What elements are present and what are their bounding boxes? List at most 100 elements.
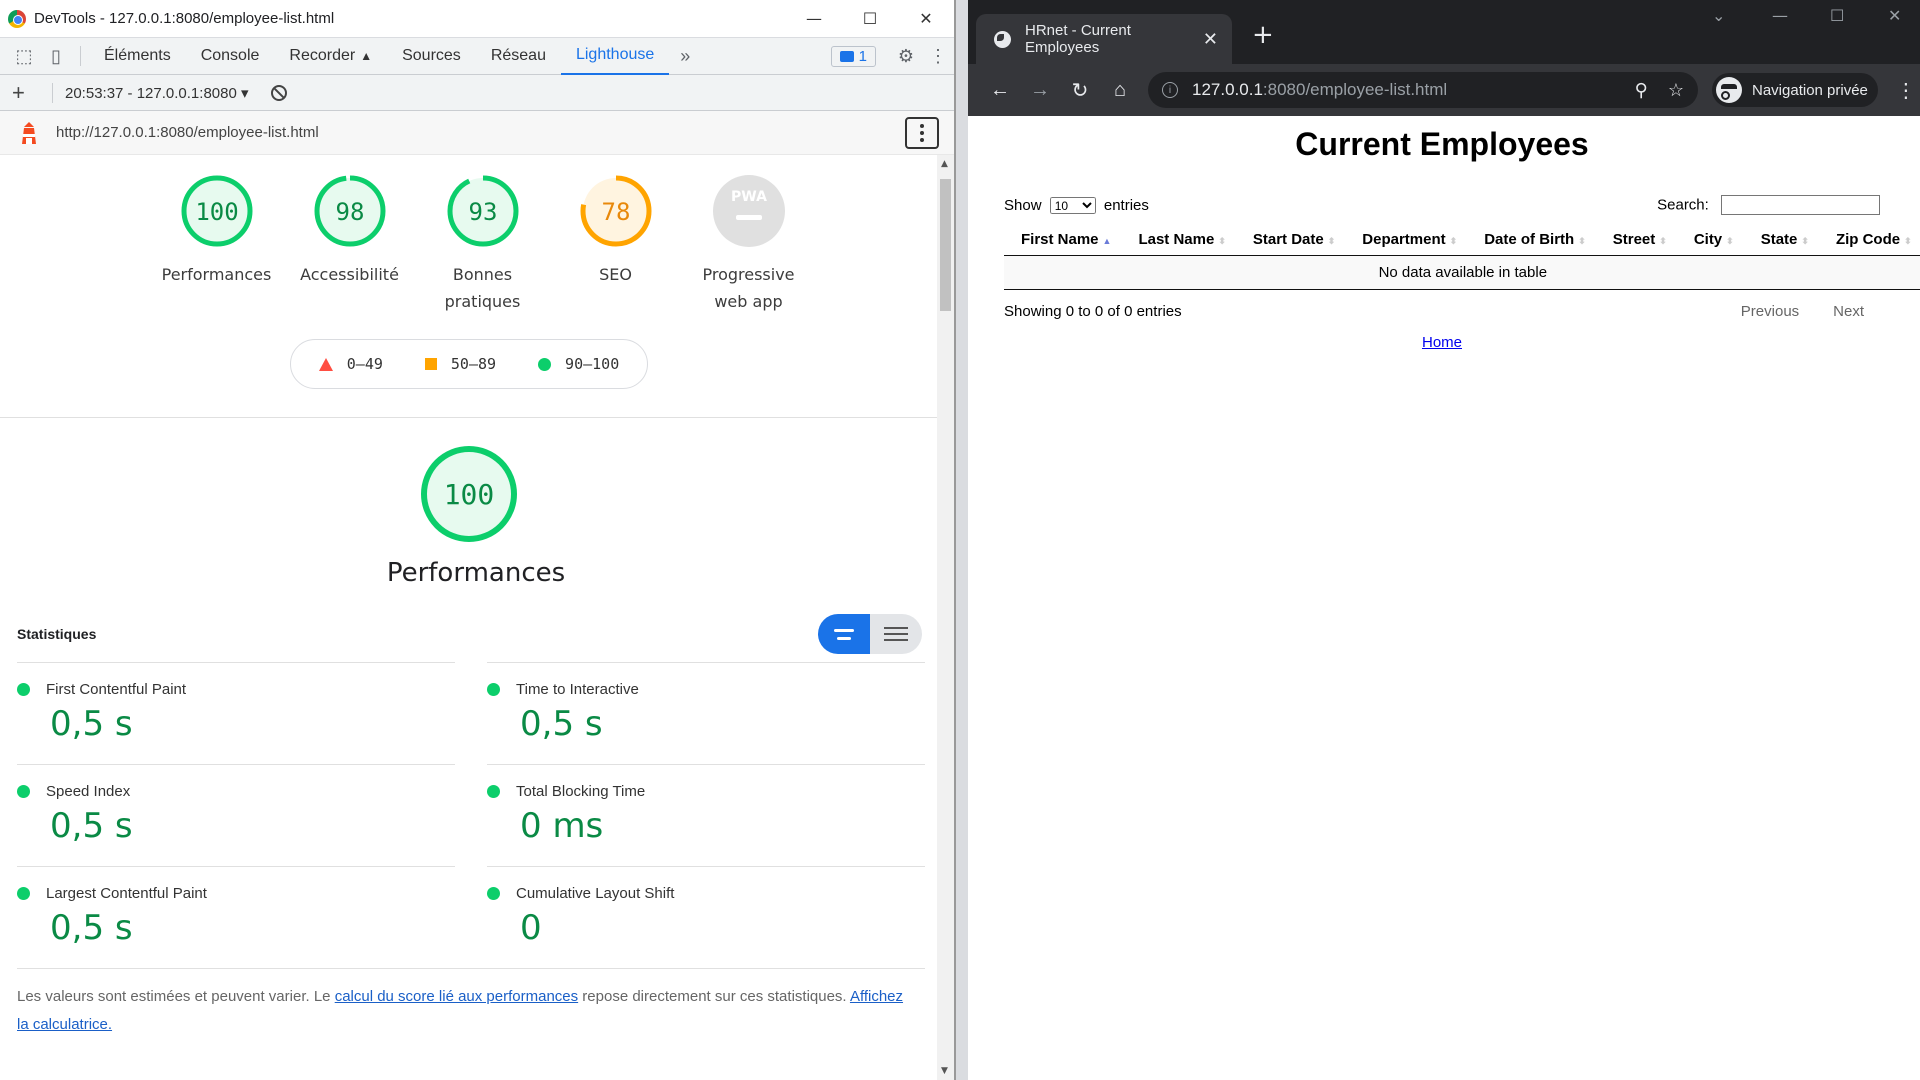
column-header[interactable]: Department ⬍ — [1345, 224, 1468, 256]
table-footer: Showing 0 to 0 of 0 entries Previous Nex… — [1004, 303, 1880, 320]
browser-tabstrip: HRnet - Current Employees ✕ + ⌄ — ☐ ✕ — [968, 0, 1920, 64]
globe-icon — [994, 30, 1011, 48]
minimize-icon[interactable]: — — [786, 0, 842, 38]
metrics-view-toggle[interactable] — [818, 614, 922, 654]
more-options-icon[interactable]: ⋮ — [922, 38, 954, 75]
column-header[interactable]: Street ⬍ — [1595, 224, 1677, 256]
home-link[interactable]: Home — [1422, 334, 1462, 351]
category-gauge[interactable]: PWA Progressive web app — [682, 173, 815, 315]
page-length-control: Show 10 entries — [1004, 196, 1149, 214]
previous-button[interactable]: Previous — [1741, 303, 1799, 320]
browser-tab[interactable]: HRnet - Current Employees ✕ — [976, 14, 1232, 64]
pagination: Previous Next — [1741, 303, 1864, 320]
close-tab-icon[interactable]: ✕ — [1203, 29, 1218, 50]
browser-menu-icon[interactable]: ⋮ — [1896, 78, 1916, 103]
category-gauge[interactable]: 100 Performances — [150, 173, 283, 315]
metric-name: Speed Index — [46, 783, 131, 800]
maximize-icon[interactable]: ☐ — [842, 0, 898, 38]
close-icon[interactable]: ✕ — [1888, 6, 1901, 25]
report-menu-button[interactable] — [905, 116, 939, 149]
scroll-up-icon[interactable]: ▲ — [941, 159, 948, 169]
back-icon[interactable]: ← — [980, 79, 1020, 102]
page-length-select[interactable]: 10 — [1049, 196, 1096, 214]
pass-circle-icon — [487, 785, 500, 798]
sort-icon: ⬍ — [1327, 236, 1336, 246]
chrome-logo-icon — [8, 9, 26, 28]
search-input[interactable] — [1721, 195, 1880, 215]
reload-icon[interactable]: ↻ — [1060, 78, 1100, 103]
next-button[interactable]: Next — [1833, 303, 1864, 320]
scroll-down-icon[interactable]: ▼ — [941, 1066, 948, 1076]
tab-sources[interactable]: Sources — [387, 38, 476, 75]
maximize-icon[interactable]: ☐ — [1830, 6, 1844, 25]
sort-icon: ▲ — [1102, 236, 1112, 246]
devtools-window-title: DevTools - 127.0.0.1:8080/employee-list.… — [34, 10, 335, 27]
score-legend: 0–49 50–89 90–100 — [290, 339, 648, 389]
bookmark-star-icon[interactable]: ☆ — [1668, 80, 1684, 101]
window-splitter[interactable] — [955, 0, 968, 1080]
new-tab-icon[interactable]: + — [1252, 20, 1274, 50]
category-label: Accessibilité — [300, 265, 399, 284]
tab-lighthouse[interactable]: Lighthouse — [560, 38, 670, 75]
sort-icon: ⬍ — [1578, 236, 1586, 246]
column-header[interactable]: First Name ▲ — [1004, 224, 1122, 256]
tab-elements[interactable]: Éléments — [89, 38, 186, 75]
category-gauge[interactable]: 93 Bonnes pratiques — [416, 173, 549, 315]
pass-circle-icon — [17, 683, 30, 696]
statistics-header: Statistiques — [17, 614, 938, 654]
more-tabs-icon[interactable]: » — [669, 38, 701, 75]
sort-icon: ⬍ — [1449, 236, 1458, 246]
tab-recorder[interactable]: Recorder ▲ — [274, 38, 387, 75]
category-label: SEO — [599, 265, 632, 284]
issues-badge[interactable]: 1 — [830, 45, 876, 67]
column-header[interactable]: Start Date ⬍ — [1235, 224, 1346, 256]
metric-name: Cumulative Layout Shift — [516, 885, 675, 902]
report-scrollbar[interactable]: ▲ ▼ — [937, 155, 954, 1080]
metric-name: Time to Interactive — [516, 681, 639, 698]
column-header[interactable]: City ⬍ — [1676, 224, 1744, 256]
column-header[interactable]: Zip Code ⬍ — [1818, 224, 1920, 256]
zoom-icon[interactable]: ⚲ — [1635, 80, 1648, 101]
device-toolbar-icon[interactable]: ▯ — [40, 38, 72, 75]
metrics-note: Les valeurs sont estimées et peuvent var… — [17, 988, 904, 1033]
metric-item: Total Blocking Time 0 ms — [487, 764, 925, 866]
column-header[interactable]: Last Name ⬍ — [1121, 224, 1236, 256]
metric-name: Largest Contentful Paint — [46, 885, 207, 902]
performance-gauge[interactable]: 100 — [419, 444, 519, 544]
tab-console[interactable]: Console — [186, 38, 275, 75]
tab-network[interactable]: Réseau — [476, 38, 561, 75]
devtools-titlebar: DevTools - 127.0.0.1:8080/employee-list.… — [0, 0, 954, 38]
site-info-icon[interactable]: i — [1162, 82, 1178, 98]
compact-view-icon[interactable] — [818, 614, 870, 654]
performance-section-header: 100 Performances — [0, 444, 938, 588]
report-selector[interactable]: 20:53:37 - 127.0.0.1:8080 ▾ — [65, 84, 249, 102]
clear-reports-icon[interactable] — [270, 84, 287, 101]
report-url-bar: http://127.0.0.1:8080/employee-list.html — [0, 111, 954, 155]
legend-fail: 0–49 — [318, 355, 383, 373]
tab-search-icon[interactable]: ⌄ — [1712, 6, 1725, 25]
browser-tab-title: HRnet - Current Employees — [1025, 22, 1131, 56]
forward-icon[interactable]: → — [1020, 79, 1060, 102]
score-calculation-link[interactable]: calcul du score lié aux performances — [335, 988, 578, 1005]
metric-name: Total Blocking Time — [516, 783, 646, 800]
category-gauge[interactable]: 98 Accessibilité — [283, 173, 416, 315]
settings-gear-icon[interactable]: ⚙ — [890, 38, 922, 75]
expanded-view-icon[interactable] — [870, 614, 922, 654]
inspect-element-icon[interactable]: ⬚ — [8, 38, 40, 75]
table-controls: Show 10 entries Search: — [1004, 195, 1880, 215]
home-icon[interactable]: ⌂ — [1100, 79, 1140, 102]
page-title: Current Employees — [1295, 126, 1589, 162]
column-header[interactable]: State ⬍ — [1743, 224, 1819, 256]
square-icon — [424, 358, 437, 370]
scroll-thumb[interactable] — [940, 179, 951, 311]
category-label: Progressive web app — [702, 265, 795, 311]
close-icon[interactable]: ✕ — [898, 0, 954, 38]
column-header[interactable]: Date of Birth ⬍ — [1467, 224, 1596, 256]
metric-value: 0,5 s — [50, 806, 133, 846]
category-gauge[interactable]: 78 SEO — [549, 173, 682, 315]
new-report-icon[interactable]: + — [12, 80, 34, 106]
metric-name: First Contentful Paint — [46, 681, 187, 698]
sort-icon: ⬍ — [1218, 236, 1226, 246]
svg-text:PWA: PWA — [731, 189, 767, 205]
minimize-icon[interactable]: — — [1772, 6, 1788, 25]
